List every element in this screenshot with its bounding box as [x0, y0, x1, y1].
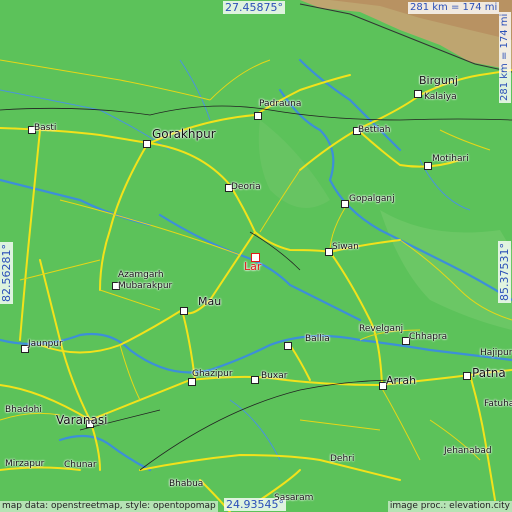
city-label: Birgunj	[419, 74, 458, 87]
city-label: Jehanabad	[444, 446, 492, 456]
city-label: Chunar	[64, 460, 97, 470]
city-label: Gorakhpur	[152, 127, 216, 141]
map-credit-left: map data: openstreetmap, style: opentopo…	[0, 501, 218, 512]
city-label: Kalaiya	[424, 92, 457, 102]
city-label: Padrauna	[259, 99, 302, 109]
city-label: Mirzapur	[5, 459, 45, 469]
city-label: Deoria	[231, 182, 261, 192]
city-label: Buxar	[261, 371, 288, 381]
city-label: Fatuha	[484, 399, 512, 409]
ballia-marker-icon	[284, 342, 292, 350]
longitude-east-label: 85.37531°	[498, 241, 511, 303]
longitude-west-label: 82.56281°	[0, 242, 13, 304]
city-label: Arrah	[386, 374, 417, 387]
scale-top-label: 281 km = 174 mi	[408, 2, 500, 14]
city-label: Patna	[472, 366, 506, 380]
city-label: Bhadohi	[5, 405, 42, 415]
ghazipur-marker-icon	[188, 378, 196, 386]
city-label: Motihari	[432, 154, 469, 164]
city-label: Siwan	[332, 242, 359, 252]
city-label: Sasaram	[274, 493, 314, 503]
city-label: Ballia	[305, 334, 330, 344]
city-label: Mau	[198, 295, 222, 308]
city-label: Varanasi	[56, 413, 108, 427]
city-label: Azamgarh	[118, 270, 164, 280]
latitude-north-label: 27.45875°	[223, 1, 285, 14]
city-label: Bhabua	[169, 479, 204, 489]
city-label: Gopalganj	[349, 194, 395, 204]
gorakhpur-marker-icon	[143, 140, 151, 148]
map-view[interactable]: 27.45875° 24.93545° 82.56281° 85.37531° …	[0, 0, 512, 512]
city-label: Jaunpur	[28, 339, 63, 349]
city-label: Mubarakpur	[118, 281, 173, 291]
city-label: Basti	[34, 123, 57, 133]
mau-marker-icon	[180, 307, 188, 315]
patna-marker-icon	[463, 372, 471, 380]
city-label: Dehri	[330, 454, 355, 464]
city-label: Revelganj	[359, 324, 404, 334]
city-label: Ghazipur	[192, 369, 233, 379]
padrauna-marker-icon	[254, 112, 262, 120]
city-label: Hajipur	[480, 348, 512, 358]
highlight-city-label: Lar	[244, 260, 262, 273]
gopalganj-marker-icon	[341, 200, 349, 208]
motihari-marker-icon	[424, 162, 432, 170]
buxar-marker-icon	[251, 376, 259, 384]
map-credit-right: image proc.: elevation.city	[387, 501, 512, 512]
scale-right-label: 281 km = 174 mi	[499, 11, 511, 103]
birgunj-marker-icon	[414, 90, 422, 98]
city-label: Bettiah	[358, 125, 391, 135]
city-label: Chhapra	[409, 332, 448, 342]
